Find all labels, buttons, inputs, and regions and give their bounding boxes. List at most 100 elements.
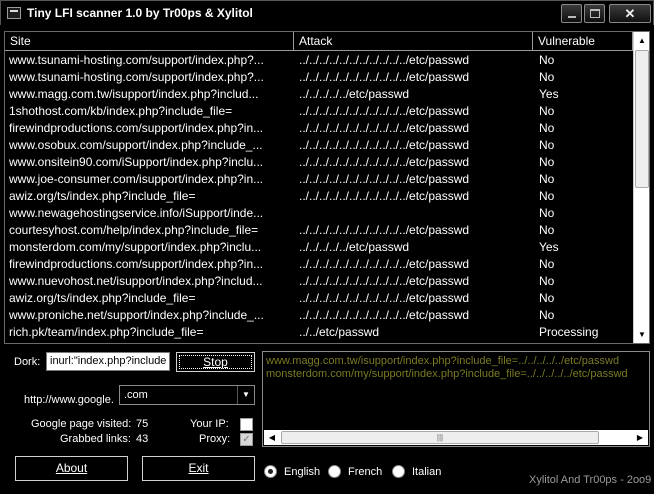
minimize-icon [568, 16, 576, 18]
cell-site: awiz.org/ts/index.php?include_file= [9, 291, 196, 305]
chevron-down-icon[interactable]: ▼ [237, 386, 254, 404]
cell-attack: ../../../../../etc/passwd [299, 240, 410, 254]
scroll-left-arrow-icon[interactable]: ◀ [264, 430, 280, 445]
cell-vulnerable: No [539, 257, 555, 271]
language-option-french[interactable]: French [328, 465, 382, 478]
table-row[interactable]: awiz.org/ts/index.php?include_file= ../..… [5, 188, 633, 205]
your-ip-checkbox[interactable] [240, 418, 253, 431]
log-line: www.magg.com.tw/isupport/index.php?inclu… [266, 355, 620, 367]
table-body: www.tsunami-hosting.com/support/index.ph… [5, 52, 633, 341]
about-button-label: About [55, 461, 88, 475]
minimize-button[interactable] [561, 4, 582, 23]
table-row[interactable]: firewindproductions.com/support/index.ph… [5, 256, 633, 273]
log-lines: www.magg.com.tw/isupport/index.php?inclu… [266, 355, 646, 381]
cell-vulnerable: No [539, 308, 555, 322]
cell-attack: ../../../../../../../../../../../etc/pas… [299, 53, 470, 67]
log-panel[interactable]: www.magg.com.tw/isupport/index.php?inclu… [262, 351, 650, 447]
language-label-french: French [348, 465, 383, 478]
cell-attack: ../../../../../../../../../../../etc/pas… [299, 274, 470, 288]
column-header-site[interactable]: Site [5, 32, 294, 51]
table-header: Site Attack Vulnerable [5, 32, 633, 51]
grabbed-links-value: 43 [136, 433, 149, 445]
radio-english[interactable] [264, 465, 277, 478]
vertical-scrollbar[interactable]: ▲ ▼ [633, 32, 649, 343]
cell-attack: ../../../../../../../../../../../etc/pas… [299, 155, 470, 169]
table-row[interactable]: www.magg.com.tw/isupport/index.php?inclu… [5, 86, 633, 103]
table-row[interactable]: rich.pk/team/index.php?include_file= ../.… [5, 324, 633, 341]
table-row[interactable]: 1shothost.com/kb/index.php?include_file=… [5, 103, 633, 120]
cell-attack: ../../../../../../../../../../../etc/pas… [299, 257, 470, 271]
scroll-thumb[interactable] [635, 50, 649, 188]
cell-site: www.newagehostingservice.info/iSupport/i… [9, 206, 264, 220]
table-row[interactable]: www.proniche.net/support/index.php?inclu… [5, 307, 633, 324]
cell-attack: ../../../../../../../../../../../etc/pas… [299, 70, 470, 84]
cell-site: www.magg.com.tw/isupport/index.php?inclu… [9, 87, 259, 101]
table-row[interactable]: www.tsunami-hosting.com/support/index.ph… [5, 69, 633, 86]
cell-site: rich.pk/team/index.php?include_file= [9, 325, 204, 339]
exit-button-label: Exit [188, 461, 209, 475]
table-row[interactable]: www.nuevohost.net/isupport/index.php?inc… [5, 273, 633, 290]
cell-vulnerable: No [539, 223, 555, 237]
table-row[interactable]: www.osobux.com/support/index.php?include… [5, 137, 633, 154]
dork-label: Dork: [14, 356, 41, 368]
maximize-button[interactable] [584, 4, 605, 23]
cell-vulnerable: Yes [539, 87, 559, 101]
cell-site: firewindproductions.com/support/index.ph… [9, 121, 264, 135]
cell-site: courtesyhost.com/help/index.php?include_… [9, 223, 259, 237]
cell-site: www.osobux.com/support/index.php?include… [9, 138, 263, 152]
close-icon: ✕ [624, 6, 636, 21]
google-domain-select[interactable]: .com ▼ [119, 385, 255, 405]
table-row[interactable]: www.onsitein90.com/iSupport/index.php?in… [5, 154, 633, 171]
table-row[interactable]: www.joe-consumer.com/isupport/index.php?… [5, 171, 633, 188]
cell-attack: ../../../../../../../../../../../etc/pas… [299, 189, 470, 203]
column-header-vulnerable[interactable]: Vulnerable [533, 32, 633, 51]
dork-input[interactable]: inurl:"index.php?include [46, 352, 170, 371]
app-icon [7, 7, 21, 19]
table-row[interactable]: awiz.org/ts/index.php?include_file= ../..… [5, 290, 633, 307]
proxy-checkbox[interactable]: ✓ [240, 433, 253, 446]
cell-site: www.joe-consumer.com/isupport/index.php?… [9, 172, 264, 186]
scroll-down-arrow-icon[interactable]: ▼ [634, 326, 649, 343]
cell-attack: ../../etc/passwd [299, 325, 380, 339]
exit-button[interactable]: Exit [142, 456, 255, 481]
scroll-thumb-horizontal[interactable]: ||| [281, 431, 599, 444]
cell-site: monsterdom.com/my/support/index.php?incl… [9, 240, 262, 254]
about-button[interactable]: About [15, 456, 128, 481]
maximize-icon [590, 9, 600, 18]
cell-vulnerable: No [539, 53, 555, 67]
table-row[interactable]: firewindproductions.com/support/index.ph… [5, 120, 633, 137]
cell-vulnerable: Processing [539, 325, 599, 339]
radio-italian[interactable] [392, 465, 405, 478]
cell-attack: ../../../../../etc/passwd [299, 87, 410, 101]
table-row[interactable]: www.tsunami-hosting.com/support/index.ph… [5, 52, 633, 69]
cell-vulnerable: No [539, 121, 555, 135]
cell-attack: ../../../../../../../../../../../etc/pas… [299, 104, 470, 118]
table-row[interactable]: monsterdom.com/my/support/index.php?incl… [5, 239, 633, 256]
scroll-up-arrow-icon[interactable]: ▲ [634, 32, 649, 49]
close-button[interactable]: ✕ [609, 4, 651, 23]
window-title: Tiny LFI scanner 1.0 by Tr00ps & Xylitol [27, 6, 253, 20]
column-header-attack[interactable]: Attack [294, 32, 533, 51]
horizontal-scrollbar[interactable]: ◀ ||| ▶ [264, 430, 648, 445]
radio-french[interactable] [328, 465, 341, 478]
scroll-right-arrow-icon[interactable]: ▶ [632, 430, 648, 445]
cell-site: www.tsunami-hosting.com/support/index.ph… [9, 70, 264, 84]
cell-vulnerable: No [539, 155, 555, 169]
cell-site: firewindproductions.com/support/index.ph… [9, 257, 264, 271]
language-label-english: English [284, 465, 321, 478]
grabbed-links-label: Grabbed links: [60, 433, 131, 445]
language-option-italian[interactable]: Italian [392, 465, 441, 478]
stop-button[interactable]: Stop [176, 352, 255, 372]
language-option-english[interactable]: English [264, 465, 320, 478]
cell-vulnerable: No [539, 291, 555, 305]
proxy-label: Proxy: [199, 433, 231, 445]
table-row[interactable]: www.newagehostingservice.info/iSupport/i… [5, 205, 633, 222]
cell-attack: ../../../../../../../../../../../etc/pas… [299, 172, 470, 186]
cell-vulnerable: Yes [539, 240, 559, 254]
title-bar[interactable]: Tiny LFI scanner 1.0 by Tr00ps & Xylitol… [0, 0, 654, 25]
table-row[interactable]: courtesyhost.com/help/index.php?include_… [5, 222, 633, 239]
cell-attack: ../../../../../../../../../../../etc/pas… [299, 138, 470, 152]
cell-site: www.proniche.net/support/index.php?inclu… [9, 308, 264, 322]
language-label-italian: Italian [412, 465, 442, 478]
results-table[interactable]: Site Attack Vulnerable www.tsunami-hosti… [4, 31, 650, 344]
